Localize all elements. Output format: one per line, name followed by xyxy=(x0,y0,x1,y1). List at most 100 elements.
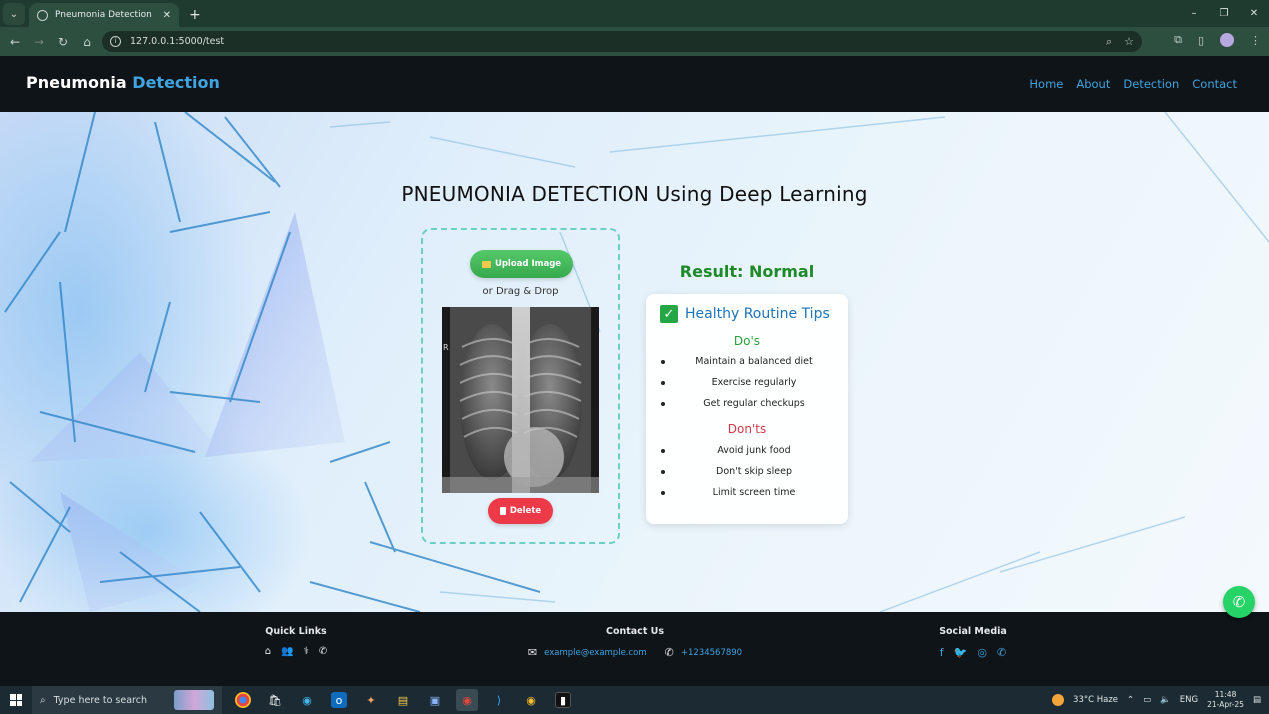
browser-toolbar: ← → ↻ ⌂ i 127.0.0.1:5000/test ⌕ ☆ ⧉ ▯ ⋮ xyxy=(0,27,1269,56)
store-icon[interactable]: 🛍 xyxy=(264,689,286,711)
chrome-icon[interactable] xyxy=(235,692,251,708)
tab-search-button[interactable]: ⌄ xyxy=(3,3,25,25)
terminal-icon[interactable]: ▮ xyxy=(555,692,571,708)
taskbar-search[interactable]: ⌕ Type here to search xyxy=(32,686,222,714)
delete-label: Delete xyxy=(509,506,542,516)
app-icon[interactable]: ✦ xyxy=(360,689,382,711)
zoom-icon[interactable]: ⌕ xyxy=(1106,35,1112,49)
vscode-icon[interactable]: ⟩ xyxy=(488,689,510,711)
maximize-button[interactable]: ❐ xyxy=(1209,0,1239,27)
dos-heading: Do's xyxy=(733,334,761,348)
outlook-icon[interactable]: o xyxy=(331,692,347,708)
chrome-icon[interactable]: ◉ xyxy=(456,689,478,711)
nav-home-link[interactable]: Home xyxy=(1029,77,1063,91)
browser-tabbar: ⌄ Pneumonia Detection ✕ + – ❐ ✕ xyxy=(0,0,1269,27)
contact-email[interactable]: example@example.com xyxy=(544,648,647,658)
side-panel-icon[interactable]: ▯ xyxy=(1198,34,1204,47)
bookmark-star-icon[interactable]: ☆ xyxy=(1124,35,1134,48)
tab-title: Pneumonia Detection xyxy=(55,10,152,20)
weather-text[interactable]: 33°C Haze xyxy=(1073,695,1118,705)
page-title: PNEUMONIA DETECTION Using Deep Learning xyxy=(401,182,868,206)
stethoscope-icon[interactable]: ⚕ xyxy=(304,646,309,657)
windows-icon xyxy=(10,694,22,706)
home-icon[interactable]: ⌂ xyxy=(75,35,99,49)
browser-tab[interactable]: Pneumonia Detection ✕ xyxy=(29,3,179,27)
app-icon[interactable]: ▣ xyxy=(424,689,446,711)
chrome-icon[interactable]: ◉ xyxy=(520,689,542,711)
window-controls: – ❐ ✕ xyxy=(1179,0,1269,27)
facebook-icon[interactable]: f xyxy=(940,646,944,659)
tips-title: ✓ Healthy Routine Tips xyxy=(660,305,830,323)
extensions-icon[interactable]: ⧉ xyxy=(1174,33,1182,47)
quick-links-title: Quick Links xyxy=(265,626,327,637)
minimize-button[interactable]: – xyxy=(1179,0,1209,27)
instagram-icon[interactable]: ◎ xyxy=(977,646,987,659)
site-brand[interactable]: Pneumonia Detection xyxy=(26,73,220,92)
contact-title: Contact Us xyxy=(605,626,665,637)
back-icon[interactable]: ← xyxy=(3,35,27,49)
reload-icon[interactable]: ↻ xyxy=(51,35,75,49)
result-text: Result: Normal xyxy=(679,262,815,281)
list-item: Avoid junk food xyxy=(646,440,848,461)
clock[interactable]: 11:48 21-Apr-25 xyxy=(1207,690,1244,710)
drag-drop-hint: or Drag & Drop xyxy=(482,286,559,297)
footer-contact: Contact Us ✉ example@example.com ✆ +1234… xyxy=(510,626,760,659)
nav-links: Home About Detection Contact xyxy=(1029,77,1237,91)
nav-contact-link[interactable]: Contact xyxy=(1192,77,1237,91)
footer-social: Social Media f 🐦 ◎ ✆ xyxy=(923,626,1023,659)
users-icon[interactable]: 👥 xyxy=(281,646,293,657)
list-item: Maintain a balanced diet xyxy=(646,351,848,372)
start-button[interactable] xyxy=(0,686,32,714)
phone-icon[interactable]: ✆ xyxy=(319,646,327,657)
address-bar[interactable]: i 127.0.0.1:5000/test ⌕ ☆ xyxy=(102,31,1142,52)
url-text[interactable]: 127.0.0.1:5000/test xyxy=(130,36,1094,47)
new-tab-button[interactable]: + xyxy=(189,7,201,23)
tips-card: ✓ Healthy Routine Tips Do's Maintain a b… xyxy=(646,294,848,524)
edge-icon[interactable]: ◉ xyxy=(296,689,318,711)
file-explorer-icon[interactable]: ▤ xyxy=(392,689,414,711)
delete-button[interactable]: Delete xyxy=(488,498,553,524)
search-placeholder: Type here to search xyxy=(53,694,147,706)
tab-close-icon[interactable]: ✕ xyxy=(163,10,171,21)
nav-detection-link[interactable]: Detection xyxy=(1123,77,1179,91)
trash-icon xyxy=(499,507,506,515)
whatsapp-icon[interactable]: ✆ xyxy=(997,646,1006,659)
weather-icon xyxy=(1052,694,1065,706)
forward-icon[interactable]: → xyxy=(27,35,51,49)
volume-icon[interactable]: 🔈 xyxy=(1160,695,1171,705)
brand-accent: Detection xyxy=(132,73,220,92)
clock-date: 21-Apr-25 xyxy=(1207,700,1244,709)
twitter-icon[interactable]: 🐦 xyxy=(954,646,968,659)
tray-chevron-icon[interactable]: ⌃ xyxy=(1127,695,1134,705)
taskbar-apps: 🛍 ◉ o ✦ ▤ ▣ ◉ ⟩ ◉ ▮ xyxy=(232,689,574,711)
menu-kebab-icon[interactable]: ⋮ xyxy=(1250,34,1261,47)
page-viewport: Pneumonia Detection Home About Detection… xyxy=(0,56,1269,686)
upload-dropzone[interactable]: Upload Image or Drag & Drop R Delete xyxy=(421,228,620,544)
search-icon: ⌕ xyxy=(40,694,46,706)
phone-icon: ✆ xyxy=(664,646,674,659)
clock-time: 11:48 xyxy=(1214,690,1237,699)
xray-r-marker: R xyxy=(443,343,449,352)
contact-phone[interactable]: +1234567890 xyxy=(681,648,742,658)
whatsapp-float-button[interactable]: ✆ xyxy=(1223,586,1255,618)
site-info-icon[interactable]: i xyxy=(110,36,121,47)
close-window-button[interactable]: ✕ xyxy=(1239,0,1269,27)
social-title: Social Media xyxy=(939,626,1007,637)
network-icon[interactable]: ▭ xyxy=(1143,695,1151,705)
dos-list: Maintain a balanced diet Exercise regula… xyxy=(646,351,848,414)
notification-icon[interactable]: ▤ xyxy=(1253,695,1261,705)
list-item: Limit screen time xyxy=(646,482,848,503)
nav-about-link[interactable]: About xyxy=(1076,77,1110,91)
upload-label: Upload Image xyxy=(494,259,562,269)
upload-image-button[interactable]: Upload Image xyxy=(470,250,573,278)
folder-icon xyxy=(481,260,491,268)
profile-avatar[interactable] xyxy=(1220,33,1234,47)
xray-graphic xyxy=(442,307,599,493)
toolbar-right: ⧉ ▯ ⋮ xyxy=(1174,33,1261,47)
home-icon[interactable]: ⌂ xyxy=(265,646,271,657)
list-item: Don't skip sleep xyxy=(646,461,848,482)
system-tray: 33°C Haze ⌃ ▭ 🔈 ENG 11:48 21-Apr-25 ▤ xyxy=(1052,686,1261,714)
list-item: Get regular checkups xyxy=(646,393,848,414)
check-mark-icon: ✓ xyxy=(660,305,678,323)
language-indicator[interactable]: ENG xyxy=(1180,695,1198,705)
